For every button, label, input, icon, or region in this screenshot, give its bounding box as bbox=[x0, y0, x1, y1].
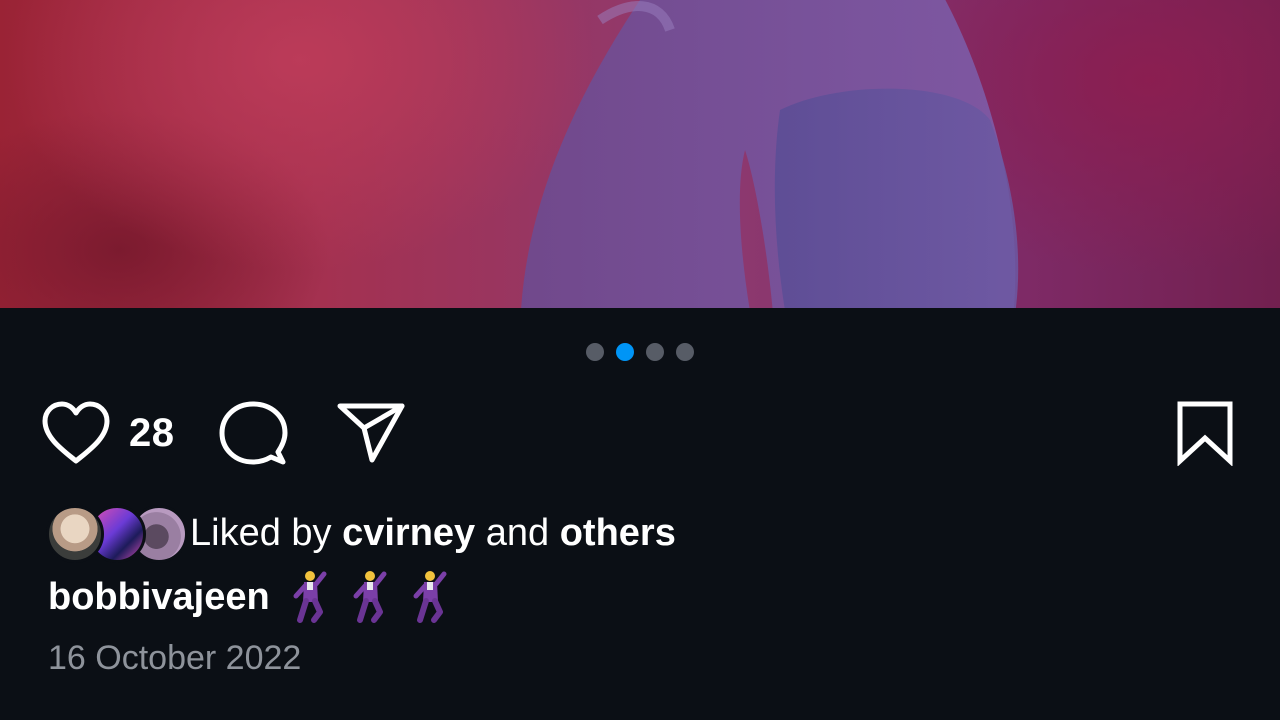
carousel-pagination bbox=[0, 343, 1280, 361]
caption: bobbivajeen bbox=[48, 570, 448, 624]
caption-emoji bbox=[290, 570, 448, 624]
pagination-dot bbox=[616, 343, 634, 361]
others-link[interactable]: others bbox=[560, 512, 676, 554]
save-button[interactable] bbox=[1176, 400, 1234, 466]
caption-username-link[interactable]: bobbivajeen bbox=[48, 575, 270, 619]
comment-bubble-icon bbox=[219, 401, 288, 465]
share-button[interactable] bbox=[336, 400, 406, 466]
pagination-dot bbox=[676, 343, 694, 361]
liker-avatars[interactable] bbox=[46, 505, 188, 563]
bookmark-icon bbox=[1177, 401, 1233, 466]
liked-by-prefix: Liked by bbox=[190, 512, 343, 554]
dancing-man-emoji bbox=[353, 571, 387, 623]
photo-figure bbox=[521, 0, 1019, 308]
action-bar: 28 bbox=[40, 400, 1234, 466]
liked-by-row[interactable]: Liked by cvirney and others bbox=[46, 503, 676, 563]
liked-by-middle: and bbox=[475, 512, 560, 554]
liker-username-link[interactable]: cvirney bbox=[342, 512, 475, 554]
like-count[interactable]: 28 bbox=[129, 410, 175, 456]
like-button[interactable] bbox=[40, 400, 112, 466]
comment-button[interactable] bbox=[218, 400, 288, 466]
pagination-dot bbox=[646, 343, 664, 361]
paper-plane-icon bbox=[337, 403, 405, 463]
dancing-man-emoji bbox=[293, 571, 327, 623]
heart-icon bbox=[42, 401, 110, 464]
photo-image[interactable] bbox=[0, 0, 1280, 308]
dancing-man-emoji bbox=[413, 571, 447, 623]
liked-by-text: Liked by cvirney and others bbox=[190, 511, 676, 555]
post-view: 28 Liked by cvirney and others bobbivaje… bbox=[0, 0, 1280, 720]
post-date: 16 October 2022 bbox=[48, 639, 302, 677]
avatar[interactable] bbox=[46, 505, 104, 563]
pagination-dot bbox=[586, 343, 604, 361]
